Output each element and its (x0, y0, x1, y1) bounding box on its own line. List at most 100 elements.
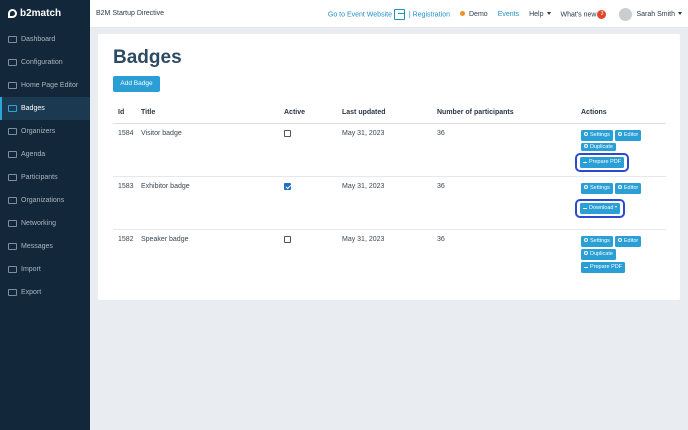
sidebar-item-home-page-editor[interactable]: Home Page Editor (0, 74, 90, 97)
column-header-actions: Actions (581, 103, 666, 124)
sidebar-item-label: Dashboard (21, 36, 56, 43)
help-menu[interactable]: Help (529, 10, 551, 18)
sidebar-item-label: Home Page Editor (21, 82, 79, 89)
logo-text: b2match (20, 8, 62, 19)
event-website-link[interactable]: Go to Event Website | Registration (327, 8, 450, 20)
table-row: 1583 Exhibitor badge May 31, 2023 36 Set… (113, 176, 666, 230)
editor-button[interactable]: Editor (614, 129, 642, 141)
download-button[interactable]: Download (580, 202, 621, 214)
prepare-pdf-button[interactable]: Prepare PDF (580, 156, 625, 168)
link-icon (584, 132, 588, 137)
download-icon (583, 159, 587, 164)
chevron-down-icon (546, 12, 551, 16)
sidebar-item-messages[interactable]: Messages (0, 235, 90, 258)
highlight-annotation: Download (575, 198, 626, 218)
users-icon (8, 128, 17, 135)
editor-label: Editor (623, 237, 639, 244)
status-dot-icon (460, 11, 465, 17)
event-website-label: Go to Event Website (327, 10, 392, 18)
sidebar-item-organizations[interactable]: Organizations (0, 189, 90, 212)
duplicate-button[interactable]: Duplicate (581, 248, 616, 260)
settings-label: Settings (590, 184, 610, 191)
avatar[interactable] (619, 7, 633, 21)
table-row: 1584 Visitor badge May 31, 2023 36 Setti… (113, 123, 666, 177)
settings-button[interactable]: Settings (581, 182, 613, 194)
badge-icon (8, 105, 17, 112)
download-label: Download (589, 204, 614, 211)
duplicate-label: Duplicate (590, 250, 613, 257)
cell-active (284, 229, 342, 282)
event-title: B2M Startup Directive (96, 10, 165, 17)
sidebar-item-label: Agenda (21, 151, 46, 158)
editor-button[interactable]: Editor (614, 235, 642, 247)
user-menu[interactable]: Sarah Smith (636, 11, 682, 18)
prepare-pdf-button[interactable]: Prepare PDF (581, 261, 626, 273)
cell-participants: 36 (437, 123, 581, 177)
sidebar-item-agenda[interactable]: Agenda (0, 143, 90, 166)
sidebar: Dashboard Configuration Home Page Editor… (0, 28, 90, 430)
sidebar-item-label: Organizations (21, 197, 65, 204)
registration-label: | Registration (408, 10, 450, 18)
settings-button[interactable]: Settings (581, 129, 613, 141)
cell-title: Visitor badge (141, 123, 284, 177)
sidebar-item-import[interactable]: Import (0, 258, 90, 281)
duplicate-button[interactable]: Duplicate (581, 142, 616, 151)
cell-active (284, 123, 342, 177)
sidebar-item-label: Export (21, 289, 42, 296)
pencil-icon (617, 185, 622, 190)
column-header-title[interactable]: Title (141, 103, 284, 124)
cell-participants: 36 (437, 235, 445, 243)
column-header-participants[interactable]: Number of participants (437, 103, 581, 124)
table-header-row: Id Title Active Last updated Number of p… (113, 103, 666, 124)
handshake-icon (8, 220, 17, 227)
cell-actions: Settings Editor Duplicate Prepare PDF (575, 123, 666, 177)
sidebar-item-participants[interactable]: Participants (0, 166, 90, 189)
add-badge-button[interactable]: Add Badge (113, 76, 160, 92)
cell-id: 1584 (113, 123, 141, 177)
sidebar-item-networking[interactable]: Networking (0, 212, 90, 235)
whats-new-label: What's new (560, 10, 597, 18)
highlight-annotation: Prepare PDF (575, 152, 630, 172)
table-row: 1582 Speaker badge May 31, 2023 36 Setti… (113, 229, 666, 282)
whats-new-link[interactable]: What's new 3 (560, 9, 607, 19)
copy-icon (584, 251, 588, 256)
notification-badge: 3 (597, 9, 607, 19)
cell-title: Exhibitor badge (141, 176, 284, 230)
sidebar-item-dashboard[interactable]: Dashboard (0, 28, 90, 51)
sidebar-item-badges[interactable]: Badges (0, 97, 90, 120)
active-checkbox[interactable] (284, 182, 291, 190)
settings-label: Settings (590, 237, 610, 244)
column-header-active[interactable]: Active (284, 103, 342, 124)
demo-menu[interactable]: Demo (460, 11, 488, 18)
column-header-last-updated[interactable]: Last updated (342, 103, 437, 124)
events-link[interactable]: Events (498, 11, 519, 18)
top-nav: Go to Event Website | Registration Demo … (323, 0, 688, 28)
cell-id: 1583 (113, 176, 141, 230)
building-icon (8, 197, 17, 204)
active-checkbox[interactable] (284, 235, 291, 243)
editor-button[interactable]: Editor (614, 182, 642, 194)
sidebar-item-organizers[interactable]: Organizers (0, 120, 90, 143)
editor-label: Editor (623, 131, 639, 138)
logo[interactable]: b2match (0, 0, 90, 28)
sidebar-item-label: Messages (21, 243, 53, 250)
cell-last-updated: May 31, 2023 (342, 235, 385, 243)
settings-button[interactable]: Settings (581, 235, 613, 247)
sidebar-item-export[interactable]: Export (0, 281, 90, 304)
cell-title: Speaker badge (141, 235, 189, 243)
chevron-down-icon (615, 206, 618, 209)
external-link-icon (393, 8, 405, 20)
settings-label: Settings (590, 131, 610, 138)
top-bar: b2match B2M Startup Directive Go to Even… (0, 0, 688, 28)
cell-active (284, 176, 342, 230)
column-header-id[interactable]: Id (113, 103, 141, 124)
person-icon (8, 174, 17, 181)
prepare-pdf-label: Prepare PDF (589, 158, 622, 165)
active-checkbox[interactable] (284, 129, 291, 137)
import-icon (8, 266, 17, 273)
help-label: Help (529, 10, 544, 18)
cell-id: 1582 (118, 235, 134, 243)
link-icon (8, 59, 17, 66)
cell-last-updated: May 31, 2023 (342, 123, 437, 177)
sidebar-item-configuration[interactable]: Configuration (0, 51, 90, 74)
